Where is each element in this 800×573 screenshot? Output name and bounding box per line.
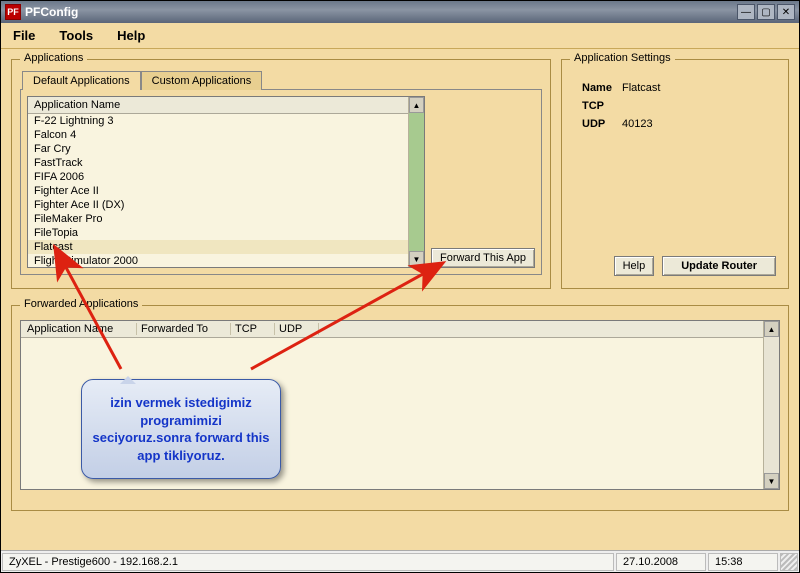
list-item[interactable]: Fighter Ace II (DX) bbox=[28, 198, 424, 212]
settings-name-label: Name bbox=[578, 80, 616, 96]
scroll-up-icon[interactable]: ▲ bbox=[764, 321, 779, 337]
close-button[interactable]: ✕ bbox=[777, 4, 795, 20]
window-title: PFConfig bbox=[25, 5, 737, 19]
list-item[interactable]: Fighter Ace II bbox=[28, 184, 424, 198]
menu-tools[interactable]: Tools bbox=[53, 26, 99, 45]
forwarded-scrollbar[interactable]: ▲ ▼ bbox=[763, 321, 779, 489]
list-item[interactable]: Flight Simulator 2000 bbox=[28, 254, 424, 267]
application-settings-title: Application Settings bbox=[570, 52, 675, 64]
status-router-info: ZyXEL - Prestige600 - 192.168.2.1 bbox=[2, 553, 614, 571]
list-item[interactable]: FIFA 2006 bbox=[28, 170, 424, 184]
column-header[interactable]: TCP bbox=[235, 323, 275, 335]
forwarded-list-header: Application Name Forwarded To TCP UDP bbox=[21, 321, 779, 338]
list-item[interactable]: FastTrack bbox=[28, 156, 424, 170]
column-application-name: Application Name bbox=[34, 99, 414, 111]
status-date: 27.10.2008 bbox=[616, 553, 706, 571]
tab-custom-applications[interactable]: Custom Applications bbox=[141, 71, 263, 90]
title-bar: PF PFConfig — ▢ ✕ bbox=[1, 1, 799, 23]
list-item[interactable]: F-22 Lightning 3 bbox=[28, 114, 424, 128]
status-time: 15:38 bbox=[708, 553, 778, 571]
column-header[interactable]: UDP bbox=[279, 323, 319, 335]
instruction-callout: izin vermek istedigimiz programimizi sec… bbox=[81, 379, 281, 479]
settings-tcp-value bbox=[618, 98, 665, 114]
list-item[interactable]: Far Cry bbox=[28, 142, 424, 156]
scroll-track[interactable] bbox=[764, 337, 779, 473]
scroll-up-icon[interactable]: ▲ bbox=[409, 97, 424, 113]
application-settings-group: Application Settings Name Flatcast TCP U… bbox=[561, 59, 789, 289]
menu-file[interactable]: File bbox=[7, 26, 41, 45]
column-header[interactable]: Application Name bbox=[27, 323, 137, 335]
settings-tcp-label: TCP bbox=[578, 98, 616, 114]
minimize-button[interactable]: — bbox=[737, 4, 755, 20]
forwarded-applications-title: Forwarded Applications bbox=[20, 298, 142, 310]
status-bar: ZyXEL - Prestige600 - 192.168.2.1 27.10.… bbox=[1, 550, 799, 572]
scroll-down-icon[interactable]: ▼ bbox=[764, 473, 779, 489]
app-icon: PF bbox=[5, 4, 21, 20]
list-item[interactable]: FileMaker Pro bbox=[28, 212, 424, 226]
menu-help[interactable]: Help bbox=[111, 26, 151, 45]
settings-udp-value: 40123 bbox=[618, 116, 665, 132]
maximize-button[interactable]: ▢ bbox=[757, 4, 775, 20]
list-scrollbar[interactable]: ▲ ▼ bbox=[408, 97, 424, 267]
resize-grip-icon[interactable] bbox=[780, 553, 798, 571]
applications-group-title: Applications bbox=[20, 52, 87, 64]
scroll-down-icon[interactable]: ▼ bbox=[409, 251, 424, 267]
update-router-button[interactable]: Update Router bbox=[662, 256, 776, 276]
column-header[interactable]: Forwarded To bbox=[141, 323, 231, 335]
tab-default-applications[interactable]: Default Applications bbox=[22, 71, 141, 90]
menu-bar: File Tools Help bbox=[1, 23, 799, 49]
list-item[interactable]: Flatcast bbox=[28, 240, 424, 254]
applications-group: Applications Default Applications Custom… bbox=[11, 59, 551, 289]
list-item[interactable]: FileTopia bbox=[28, 226, 424, 240]
scroll-track[interactable] bbox=[409, 113, 424, 251]
forward-this-app-button[interactable]: Forward This App bbox=[431, 248, 535, 268]
list-item[interactable]: Falcon 4 bbox=[28, 128, 424, 142]
settings-name-value: Flatcast bbox=[618, 80, 665, 96]
help-button[interactable]: Help bbox=[614, 256, 655, 276]
application-list-header: Application Name bbox=[28, 97, 424, 114]
settings-udp-label: UDP bbox=[578, 116, 616, 132]
content-area: Applications Default Applications Custom… bbox=[1, 49, 799, 550]
application-list[interactable]: Application Name F-22 Lightning 3Falcon … bbox=[27, 96, 425, 268]
